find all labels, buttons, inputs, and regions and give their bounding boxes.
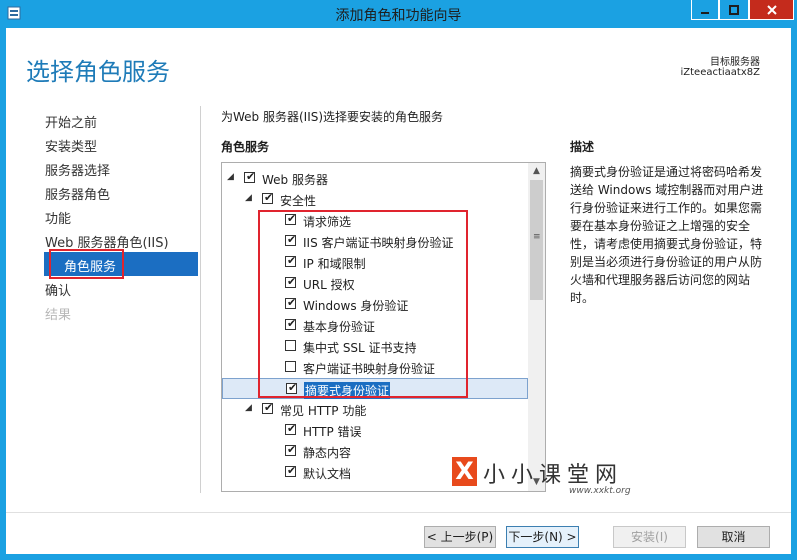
window-title: 添加角色和功能向导 [335,8,462,24]
cancel-button[interactable]: 取消 [697,526,770,548]
step-before-you-begin[interactable]: 开始之前 [45,112,97,131]
next-button[interactable]: 下一步(N) > [506,526,579,548]
tree-scrollbar[interactable]: ▲ ≡ ▼ [528,163,545,491]
intro-text: 为Web 服务器(IIS)选择要安装的角色服务 [221,110,444,124]
tree-row[interactable]: ◢ ✔ 安全性 [222,189,528,210]
tree-row-label: Web 服务器 [262,173,328,187]
checkmark-icon: ✔ [246,170,256,183]
checkbox[interactable]: ✔ [244,170,256,183]
checkmark-icon: ✔ [264,191,274,204]
role-services-heading: 角色服务 [221,140,270,154]
scroll-thumb[interactable]: ≡ [530,180,543,300]
checkbox[interactable]: ✔ [285,443,297,456]
collapse-icon[interactable]: ◢ [245,193,255,203]
close-icon [766,4,777,15]
step-features[interactable]: 功能 [45,208,71,227]
step-results: 结果 [45,308,72,323]
tree-row[interactable]: ◢ ✔ Web 服务器 [222,168,528,189]
divider [200,106,201,493]
checkmark-icon: ✔ [264,401,274,414]
grip-icon: ≡ [533,232,541,242]
scroll-up-icon[interactable]: ▲ [528,163,545,180]
tree-row[interactable]: ◢ ✔ 常见 HTTP 功能 [222,399,528,420]
tree-row-label: 默认文档 [303,467,352,481]
tree-row[interactable]: ✔ HTTP 错误 [222,420,528,441]
tree-row-label: 静态内容 [303,446,352,460]
checkbox[interactable]: ✔ [262,191,274,204]
maximize-icon [729,4,739,15]
step-server-selection[interactable]: 服务器选择 [45,160,110,179]
footer-separator [6,512,791,513]
step-server-roles[interactable]: 服务器角色 [45,184,110,203]
tree-row-label: HTTP 错误 [303,425,362,439]
checkbox[interactable]: ✔ [285,422,297,435]
page-title: 选择角色服务 [26,58,170,86]
step-web-server-role[interactable]: Web 服务器角色(IIS) [45,232,169,251]
target-server-name: iZteeactiaatx8Z [680,67,761,78]
step-installation-type[interactable]: 安装类型 [45,136,97,155]
close-button[interactable] [749,0,794,20]
highlight-box-step [49,249,124,279]
checkmark-icon: ✔ [287,422,297,435]
highlight-box-security [258,210,468,398]
target-server-label: 目标服务器 [710,57,760,68]
maximize-button[interactable] [719,0,749,20]
tree-row-label: 安全性 [280,194,317,208]
watermark-text: 小小课堂网 [483,463,624,488]
minimize-icon [701,11,709,14]
install-button: 安装(I) [613,526,686,548]
checkbox[interactable]: ✔ [285,464,297,477]
checkmark-icon: ✔ [287,443,297,456]
watermark-logo: X [452,457,477,486]
tree-row-label: 常见 HTTP 功能 [280,404,367,418]
collapse-icon[interactable]: ◢ [227,172,237,182]
collapse-icon[interactable]: ◢ [245,403,255,413]
checkmark-icon: ✔ [287,464,297,477]
description-heading: 描述 [570,140,595,154]
checkbox[interactable]: ✔ [262,401,274,414]
step-confirmation[interactable]: 确认 [45,280,71,299]
title-bar[interactable]: 添加角色和功能向导 [0,0,797,28]
watermark-url: www.xxkt.org [569,486,631,496]
minimize-button[interactable] [691,0,719,20]
previous-button[interactable]: < 上一步(P) [424,526,496,548]
description-text: 摘要式身份验证是通过将密码哈希发送给 Windows 域控制器而对用户进行身份验… [570,165,764,305]
